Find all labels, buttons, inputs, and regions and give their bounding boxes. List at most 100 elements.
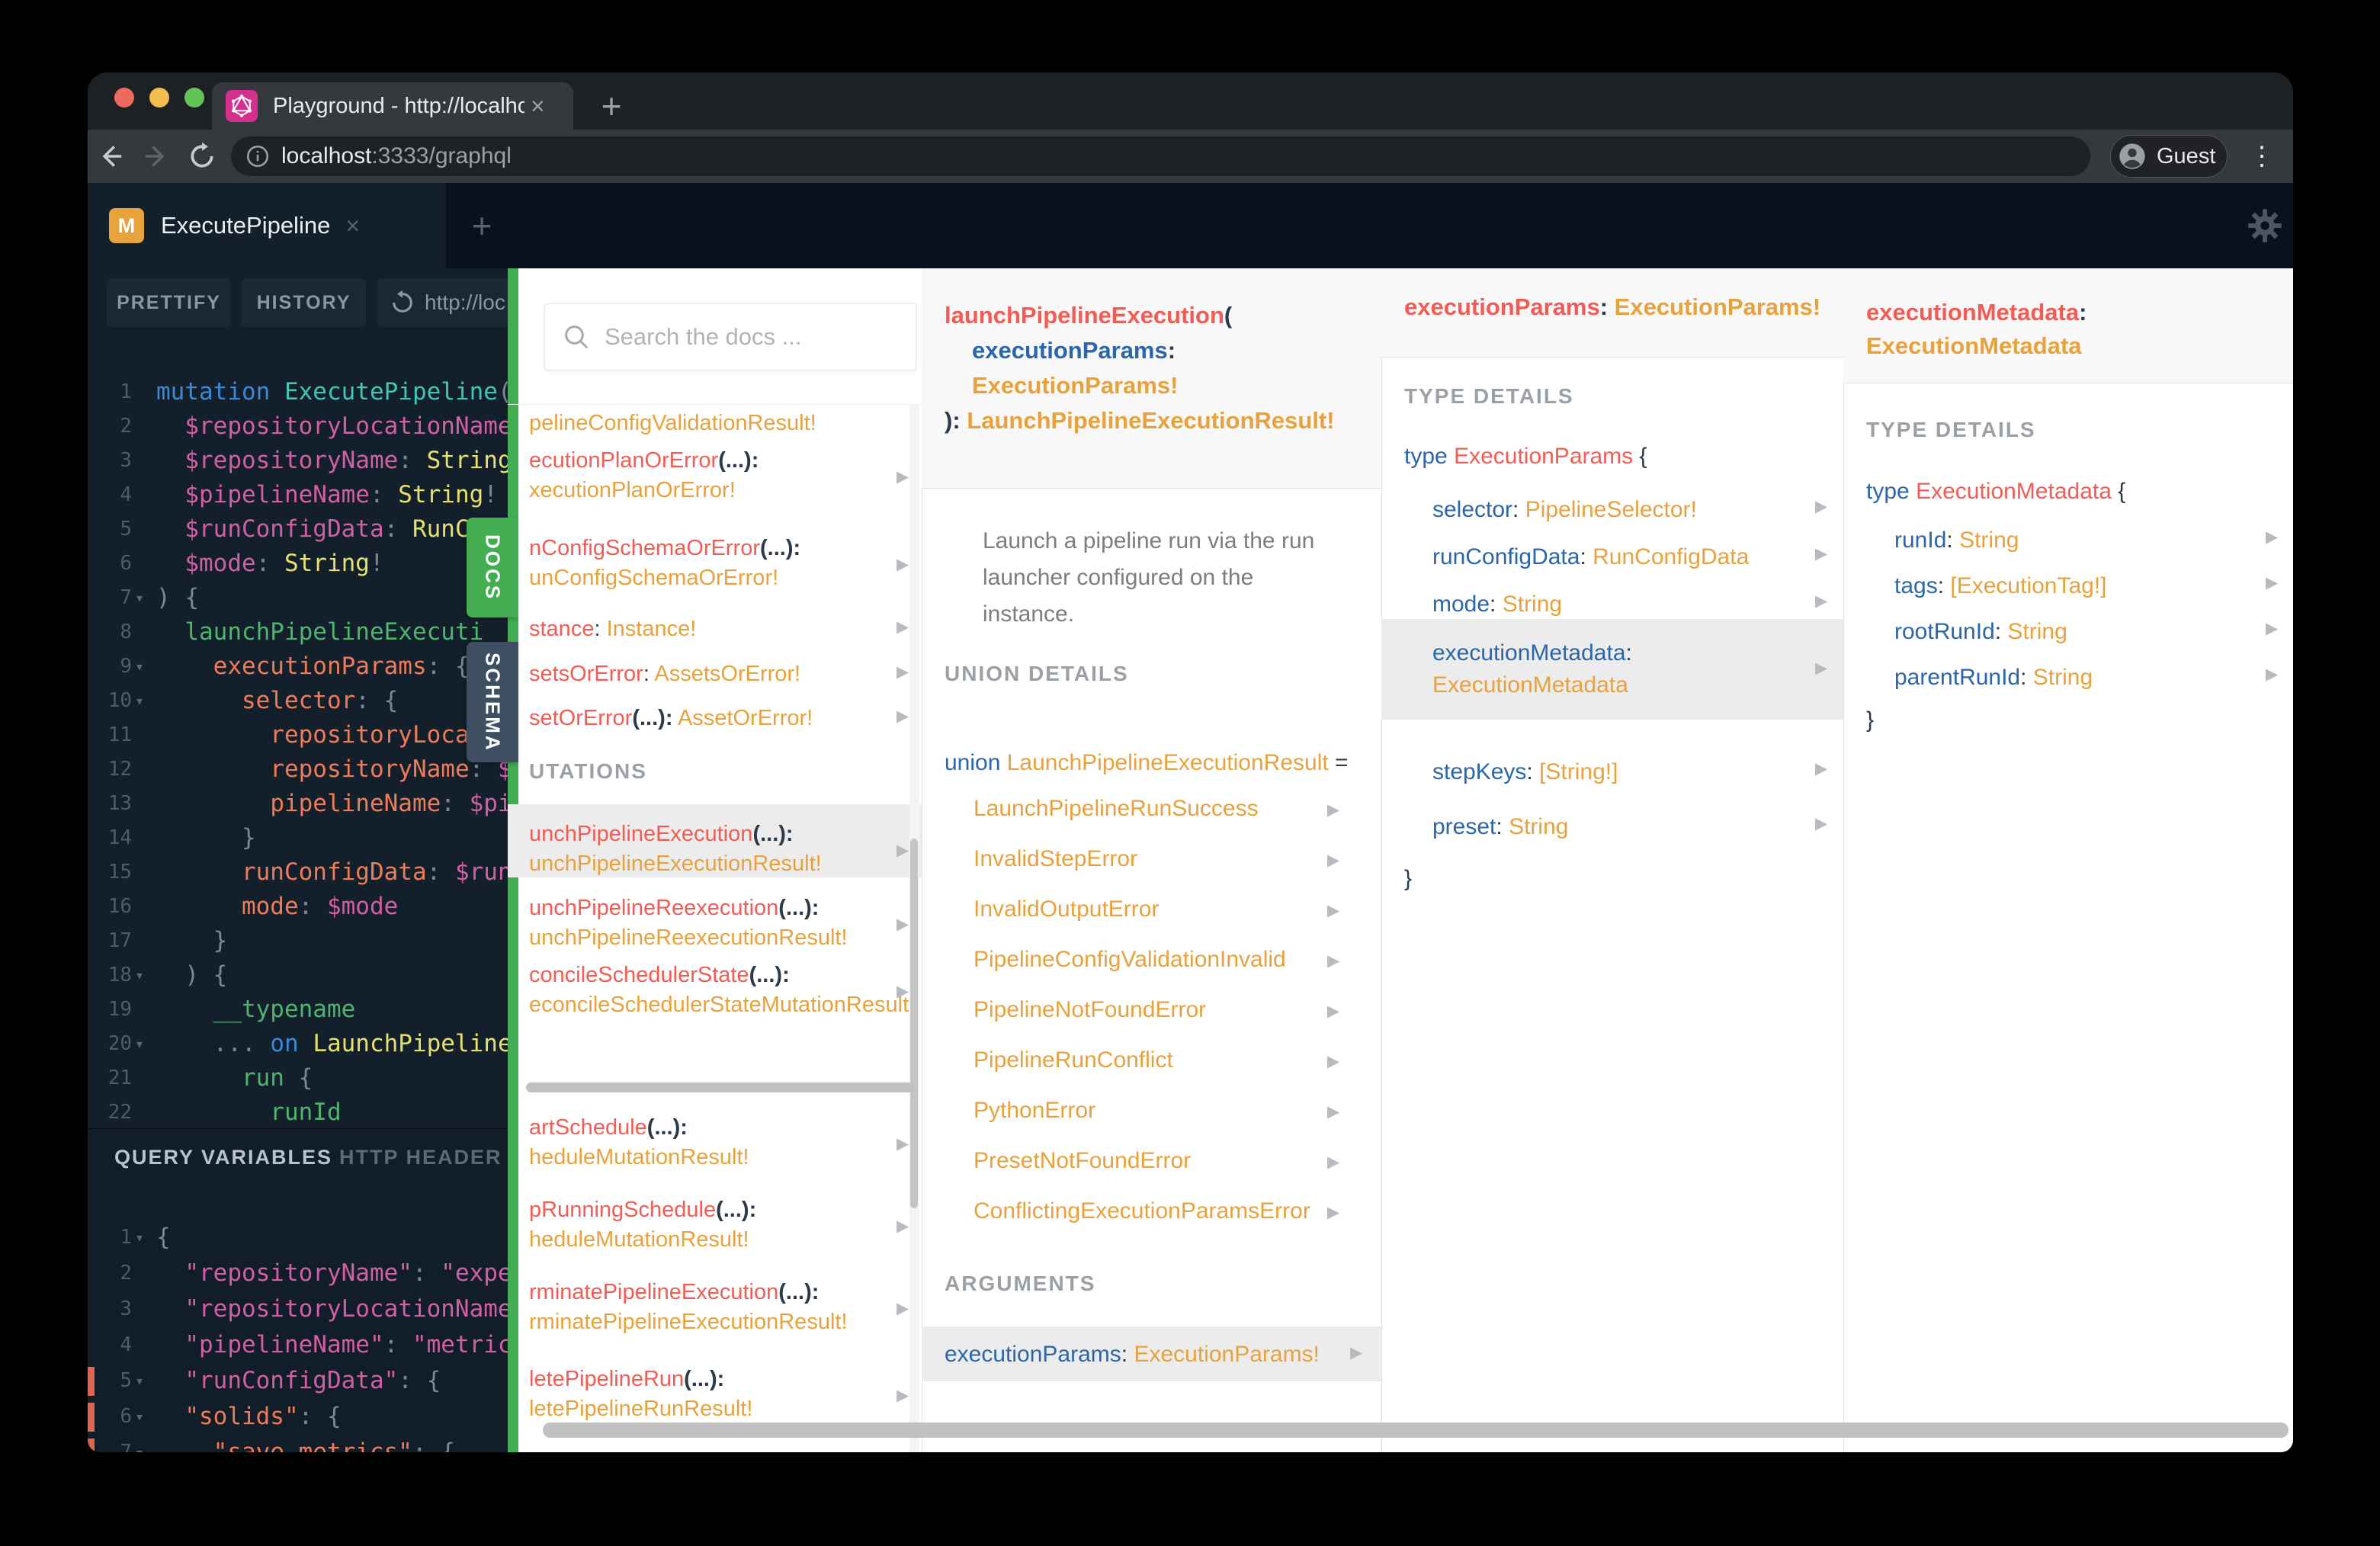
profile-button[interactable]: Guest: [2110, 135, 2228, 178]
code-line[interactable]: 5 $runConfigData: RunCo: [88, 512, 508, 547]
type-field[interactable]: tags: [ExecutionTag!]: [1894, 570, 2107, 602]
doc-list-item[interactable]: artSchedule(...): heduleMutationResult!: [529, 1113, 895, 1172]
back-icon[interactable]: [88, 133, 133, 179]
type-field[interactable]: mode: String: [1432, 589, 1562, 621]
expand-arrow-icon[interactable]: ▶: [897, 1386, 909, 1405]
expand-arrow-icon[interactable]: ▶: [1815, 814, 1827, 833]
fold-caret-icon[interactable]: ▾: [135, 1400, 144, 1434]
type-field[interactable]: executionMetadata: ExecutionMetadata: [1432, 637, 1632, 701]
doc-list-item[interactable]: stance: Instance!: [529, 614, 895, 644]
code-line[interactable]: 17 }: [88, 924, 508, 958]
docs-side-tab[interactable]: DOCS: [467, 518, 518, 617]
expand-arrow-icon[interactable]: ▶: [1327, 1002, 1339, 1021]
address-bar[interactable]: localhost:3333/graphql: [231, 136, 2090, 176]
doc-list-item[interactable]: ecutionPlanOrError(...): xecutionPlanOrEr…: [529, 446, 895, 505]
union-member[interactable]: PipelineNotFoundError: [973, 997, 1206, 1023]
expand-arrow-icon[interactable]: ▶: [2266, 573, 2278, 592]
expand-arrow-icon[interactable]: ▶: [1327, 800, 1339, 820]
variables-line[interactable]: 6 ▾ "solids": {: [88, 1400, 508, 1434]
union-member[interactable]: PythonError: [973, 1098, 1095, 1124]
browser-tab[interactable]: Playground - http://localhost:3 ×: [212, 82, 573, 130]
type-field[interactable]: rootRunId: String: [1894, 616, 2067, 648]
union-member[interactable]: InvalidStepError: [973, 846, 1137, 872]
doc-list-item[interactable]: nConfigSchemaOrError(...): unConfigSchema…: [529, 534, 895, 593]
code-line[interactable]: 21 run {: [88, 1061, 508, 1095]
expand-arrow-icon[interactable]: ▶: [1327, 901, 1339, 920]
variables-line[interactable]: 2 "repositoryName": "exper: [88, 1256, 508, 1291]
code-line[interactable]: 22 runId: [88, 1095, 508, 1130]
docs-list-horizontal-scrollbar[interactable]: [526, 1083, 914, 1092]
doc-list-item[interactable]: setOrError(...): AssetOrError!: [529, 704, 895, 733]
docs-horizontal-scrollbar[interactable]: [543, 1423, 2289, 1438]
expand-arrow-icon[interactable]: ▶: [897, 555, 909, 574]
code-line[interactable]: 12 repositoryName: $r: [88, 752, 508, 787]
expand-arrow-icon[interactable]: ▶: [1327, 1102, 1339, 1121]
code-line[interactable]: 2 $repositoryLocationName:: [88, 409, 508, 444]
code-line[interactable]: 8 launchPipelineExecuti: [88, 615, 508, 650]
type-field[interactable]: stepKeys: [String!]: [1432, 756, 1618, 788]
expand-arrow-icon[interactable]: ▶: [897, 915, 909, 934]
code-line[interactable]: 16 mode: $mode: [88, 890, 508, 924]
query-variables-tab[interactable]: QUERY VARIABLES: [114, 1146, 332, 1169]
browser-new-tab-button[interactable]: +: [587, 82, 636, 130]
variables-line[interactable]: 1 ▾{: [88, 1220, 508, 1255]
doc-list-item[interactable]: rminatePipelineExecution(...): rminatePip…: [529, 1278, 895, 1337]
variables-line[interactable]: 3 "repositoryLocationName": [88, 1292, 508, 1326]
expand-arrow-icon[interactable]: ▶: [1327, 851, 1339, 870]
doc-list-item[interactable]: concileSchedulerState(...): econcileSched…: [529, 961, 915, 1020]
minimize-window-button[interactable]: [149, 88, 169, 107]
expand-arrow-icon[interactable]: ▶: [1815, 544, 1827, 563]
code-line[interactable]: 20 ▾ ... on LaunchPipelineR: [88, 1027, 508, 1061]
doc-list-item[interactable]: pRunningSchedule(...): heduleMutationResu…: [529, 1195, 895, 1255]
doc-list-item[interactable]: unchPipelineReexecution(...): unchPipelin…: [529, 893, 895, 953]
code-line[interactable]: 19 __typename: [88, 993, 508, 1027]
fold-caret-icon[interactable]: ▾: [135, 958, 144, 993]
prettify-button[interactable]: PRETTIFY: [107, 278, 231, 327]
code-line[interactable]: 10 ▾ selector: {: [88, 684, 508, 718]
fold-caret-icon[interactable]: ▾: [135, 684, 144, 718]
code-line[interactable]: 14 }: [88, 821, 508, 855]
expand-arrow-icon[interactable]: ▶: [897, 1217, 909, 1236]
code-line[interactable]: 6 $mode: String!: [88, 547, 508, 581]
type-field[interactable]: parentRunId: String: [1894, 662, 2093, 694]
type-field[interactable]: runId: String: [1894, 524, 2019, 556]
expand-arrow-icon[interactable]: ▶: [1815, 659, 1827, 678]
expand-arrow-icon[interactable]: ▶: [897, 1134, 909, 1153]
variables-line[interactable]: 7 ▾ "save_metrics": {: [88, 1435, 508, 1452]
doc-list-item[interactable]: setsOrError: AssetsOrError!: [529, 659, 895, 689]
expand-arrow-icon[interactable]: ▶: [2266, 619, 2278, 638]
endpoint-input[interactable]: http://loc: [377, 278, 508, 327]
playground-tab[interactable]: M ExecutePipeline ×: [88, 183, 446, 268]
expand-arrow-icon[interactable]: ▶: [897, 1299, 909, 1318]
type-field[interactable]: selector: PipelineSelector!: [1432, 494, 1697, 526]
variables-line[interactable]: 5 ▾ "runConfigData": {: [88, 1364, 508, 1398]
expand-arrow-icon[interactable]: ▶: [897, 467, 909, 486]
code-line[interactable]: 1mutation ExecutePipeline(: [88, 375, 508, 409]
code-line[interactable]: 9 ▾ executionParams: {: [88, 650, 508, 684]
fold-caret-icon[interactable]: ▾: [135, 1364, 144, 1398]
code-line[interactable]: 7 ▾) {: [88, 581, 508, 615]
settings-gear-icon[interactable]: [2236, 183, 2293, 268]
code-line[interactable]: 13 pipelineName: $pip: [88, 787, 508, 821]
union-member[interactable]: PresetNotFoundError: [973, 1148, 1191, 1174]
fold-caret-icon[interactable]: ▾: [135, 1220, 144, 1255]
expand-arrow-icon[interactable]: ▶: [1327, 951, 1339, 970]
fold-caret-icon[interactable]: ▾: [135, 581, 144, 615]
expand-arrow-icon[interactable]: ▶: [897, 662, 909, 682]
expand-arrow-icon[interactable]: ▶: [1815, 497, 1827, 516]
code-line[interactable]: 15 runConfigData: $runC: [88, 855, 508, 890]
expand-arrow-icon[interactable]: ▶: [1815, 759, 1827, 778]
fold-caret-icon[interactable]: ▾: [135, 1435, 144, 1452]
expand-arrow-icon[interactable]: ▶: [1815, 592, 1827, 611]
site-info-icon[interactable]: [245, 143, 271, 169]
zoom-window-button[interactable]: [184, 88, 204, 107]
doc-list-item[interactable]: unchPipelineExecution(...): unchPipelineE…: [529, 820, 895, 879]
search-input[interactable]: [544, 303, 916, 370]
expand-arrow-icon[interactable]: ▶: [897, 707, 909, 726]
type-field[interactable]: runConfigData: RunConfigData: [1432, 541, 1749, 573]
expand-arrow-icon[interactable]: ▶: [2266, 665, 2278, 684]
doc-list-item[interactable]: letePipelineRun(...): letePipelineRunResu…: [529, 1365, 895, 1424]
expand-arrow-icon[interactable]: ▶: [897, 982, 909, 1001]
fold-caret-icon[interactable]: ▾: [135, 1027, 144, 1061]
union-member[interactable]: LaunchPipelineRunSuccess: [973, 796, 1259, 822]
